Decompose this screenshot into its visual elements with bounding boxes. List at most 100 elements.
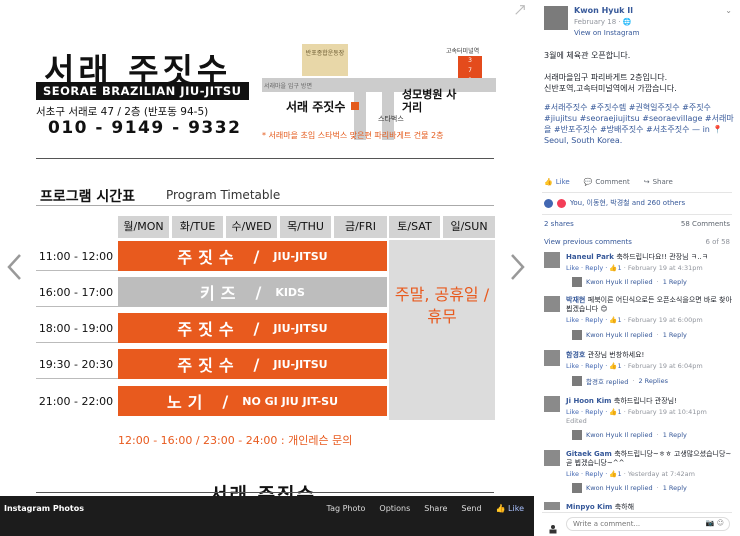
avatar[interactable] (544, 252, 560, 268)
day-header: 일/SUN (443, 216, 495, 238)
time-slot: 21:00 - 22:00 (38, 395, 114, 408)
post-actions: 👍 Like 💬 Comment ↪ Share (544, 178, 673, 186)
album-name[interactable]: Instagram Photos (4, 504, 84, 513)
post-text-line: 신반포역,고속터미널역에서 가깝습니다. (544, 84, 677, 93)
map-gym-marker (351, 102, 359, 110)
commenter-name[interactable]: 박재현 (566, 296, 585, 304)
commenter-name[interactable]: Ji Hoon Kim (566, 397, 611, 405)
comment-meta: Like · Reply · 👍1 · February 19 at 6:00p… (566, 316, 703, 324)
class-bar: 주짓수 / JIU-JITSU (118, 349, 387, 379)
avatar (572, 376, 582, 386)
avatar[interactable] (544, 502, 560, 510)
day-header: 화/TUE (172, 216, 223, 238)
avatar[interactable] (544, 6, 568, 30)
reply-summary[interactable]: Kwon Hyuk Il replied · 1 Reply (572, 483, 687, 493)
bottom-logo: 서래 주짓수 (210, 484, 317, 496)
comment: Minpyo Kim 축하해 (544, 502, 736, 512)
share-button[interactable]: Share (424, 504, 447, 513)
timetable-photo[interactable]: 서래 주짓수 SEORAE BRAZILIAN JIU-JITSU 서초구 서래… (0, 0, 534, 496)
map-gym-label: 서래 주짓수 (286, 100, 346, 114)
thumbs-up-icon: 👍 (495, 504, 506, 513)
options-button[interactable]: Options (379, 504, 410, 513)
divider (542, 192, 732, 193)
avatar[interactable] (544, 350, 560, 366)
photo-actions: Tag Photo Options Share Send 👍 Like (327, 504, 525, 513)
view-previous-comments-link[interactable]: View previous comments (544, 238, 632, 246)
next-photo-arrow[interactable] (506, 252, 528, 282)
comment-action[interactable]: 💬 Comment (584, 178, 630, 186)
chevron-down-icon[interactable]: ⌄ (725, 6, 732, 15)
post-author[interactable]: Kwon Hyuk Il (574, 6, 633, 15)
camera-icon[interactable]: 📷 ☺ (706, 519, 724, 527)
time-slot: 11:00 - 12:00 (38, 250, 114, 263)
expand-icon[interactable] (514, 4, 528, 18)
post-text-line: 서래마을입구 파리바게트 2층입니다. (544, 73, 668, 82)
avatar[interactable] (544, 396, 560, 412)
comment-text: 박재현 페북이른 어딘식으로든 오픈소식을으면 바로 찾아뵙겠습니다 😊 (566, 296, 732, 313)
comment-icon: 💬 (583, 178, 593, 186)
comment-text: 함경호 관장님 번창하세요! (566, 351, 645, 359)
time-slot: 16:00 - 17:00 (38, 286, 114, 299)
comment-meta: Like · Reply · 👍1 · Yesterday at 7:42am (566, 470, 695, 478)
commenter-name[interactable]: 함경호 (566, 351, 585, 359)
write-comment-area: 📷 ☺ (542, 512, 732, 534)
avatar (572, 277, 582, 287)
commenter-name[interactable]: Gitaek Gam (566, 450, 612, 458)
map-hospital-label: 성모병원 사거리 (402, 88, 457, 114)
view-on-instagram-link[interactable]: View on Instagram (574, 29, 639, 37)
photo-viewer: 서래 주짓수 SEORAE BRAZILIAN JIU-JITSU 서초구 서래… (0, 0, 534, 536)
day-header: 수/WED (226, 216, 277, 238)
day-header: 목/THU (280, 216, 331, 238)
reply-summary[interactable]: Kwon Hyuk Il replied · 1 Reply (572, 277, 687, 287)
reply-summary[interactable]: Kwon Hyuk Il replied · 1 Reply (572, 330, 687, 340)
timetable-title: 프로그램 시간표 (40, 189, 136, 205)
avatar (572, 430, 582, 440)
commenter-name[interactable]: Haneul Park (566, 253, 614, 261)
comment-text: Haneul Park 축하드립니다요!! 관장님 ㅋ..ㅋ (566, 253, 709, 261)
map-building: 반포종합운동장 (302, 44, 348, 76)
poster-divider (36, 492, 494, 493)
gym-phone: 010 - 9149 - 9332 (48, 118, 242, 138)
share-icon: ↪ (643, 178, 650, 186)
post-panel: Kwon Hyuk Il February 18 · 🌐 View on Ins… (534, 0, 740, 536)
timetable-title-en: Program Timetable (166, 188, 281, 202)
row-divider (36, 306, 118, 307)
day-header: 월/MON (118, 216, 169, 238)
thumbs-up-icon: 👍 (544, 178, 553, 186)
post-hashtags[interactable]: #서래주짓수 #주짓수렙 #권혁일주짓수 #주짓수 #jiujitsu #seo… (544, 102, 734, 146)
prev-photo-arrow[interactable] (4, 252, 26, 282)
globe-icon: 🌐 (622, 18, 632, 26)
post-date[interactable]: February 18 · 🌐 (574, 18, 632, 26)
like-reaction-icon (544, 198, 553, 208)
time-slot: 19:30 - 20:30 (38, 358, 114, 371)
gym-address: 서초구 서래로 47 / 2층 (반포동 94-5) (36, 106, 209, 118)
class-bar: 주짓수 / JIU-JITSU (118, 313, 387, 343)
commenter-name[interactable]: Minpyo Kim (566, 503, 612, 511)
comments-count[interactable]: 58 Comments (681, 220, 730, 228)
love-reaction-icon (557, 198, 566, 208)
photo-action-bar: Instagram Photos Tag Photo Options Share… (0, 496, 534, 536)
time-slot: 18:00 - 19:00 (38, 322, 114, 335)
gym-logo-subtitle: SEORAE BRAZILIAN JIU-JITSU (36, 82, 249, 100)
reply-summary[interactable]: 함경호 replied · 2 Replies (572, 376, 668, 386)
send-button[interactable]: Send (461, 504, 481, 513)
avatar[interactable] (544, 450, 560, 466)
tag-photo-button[interactable]: Tag Photo (327, 504, 366, 513)
post-text-line: 3월에 체육관 오픈합니다. (544, 51, 631, 60)
reaction-summary[interactable]: You, 이동현, 박경철 and 260 others (544, 198, 685, 208)
share-action[interactable]: ↪ Share (644, 178, 673, 186)
like-button[interactable]: 👍 Like (496, 504, 524, 513)
comments-pager: 6 of 58 (705, 238, 730, 246)
row-divider (36, 270, 118, 271)
reply-summary[interactable]: Kwon Hyuk Il replied · 1 Reply (572, 430, 687, 440)
avatar (572, 330, 582, 340)
like-action[interactable]: 👍 Like (544, 178, 570, 186)
shares-count[interactable]: 2 shares (544, 220, 574, 228)
map-road-label: 서래마을 입구 방면 (264, 83, 312, 90)
avatar[interactable] (544, 296, 560, 312)
comment-meta: Like · Reply · 👍1 · February 19 at 4:31p… (566, 264, 703, 272)
row-divider (36, 342, 118, 343)
weekend-cell (389, 240, 495, 420)
comment-meta: Like · Reply · 👍1 · February 19 at 10:41… (566, 408, 707, 416)
location-link[interactable]: Seoul, South Korea. (544, 136, 622, 145)
